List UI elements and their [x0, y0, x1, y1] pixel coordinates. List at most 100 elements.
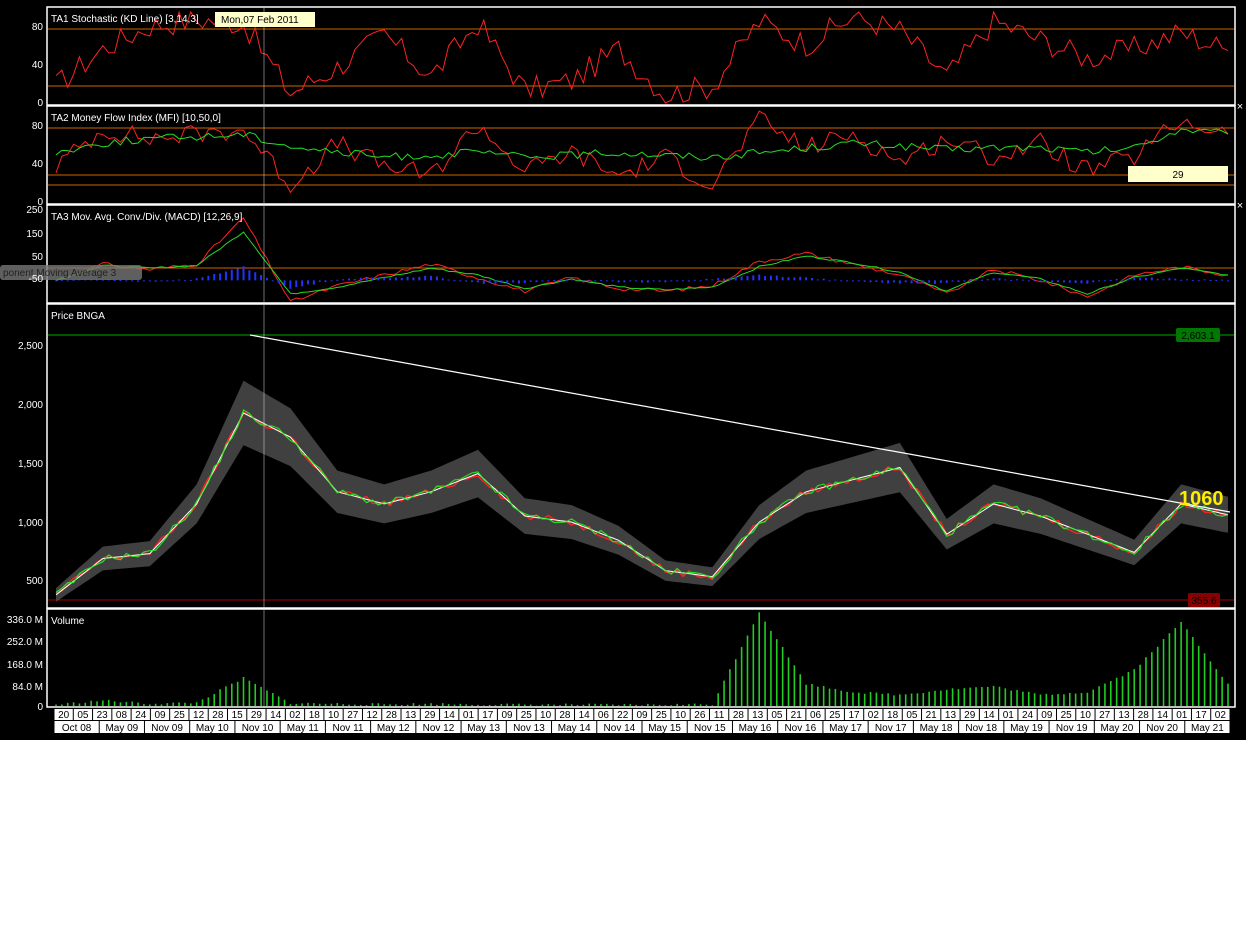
date-month-label: Nov 11 [333, 723, 364, 734]
date-month-label: Nov 12 [423, 723, 455, 734]
macd-histogram-bar [383, 277, 386, 281]
date-day-label: 14 [270, 710, 282, 721]
macd-histogram-bar [787, 277, 790, 281]
volume-bar [260, 686, 262, 706]
date-month-label: Nov 15 [694, 723, 726, 734]
volume-bar [459, 703, 462, 706]
macd-histogram-bar [453, 280, 456, 282]
volume-bar [887, 693, 889, 706]
macd-histogram-bar [1221, 279, 1224, 281]
volume-bar [863, 693, 866, 706]
volume-bar [875, 692, 878, 706]
volume-bar [447, 704, 450, 706]
macd-histogram-bar [1162, 279, 1165, 281]
macd-histogram-bar [342, 279, 345, 281]
close-mfi-icon[interactable]: × [1237, 101, 1243, 113]
macd-histogram-bar [359, 277, 362, 281]
macd-histogram-bar [125, 280, 128, 282]
volume-bar [981, 687, 983, 706]
date-day-label: 06 [810, 710, 822, 721]
macd-histogram-bar [1121, 279, 1124, 281]
date-day-label: 10 [328, 710, 340, 721]
volume-bar [910, 693, 913, 706]
date-day-label: 02 [1215, 710, 1227, 721]
macd-histogram-bar [758, 274, 761, 281]
y-tick-label: 1,000 [18, 518, 43, 529]
volume-bar [342, 704, 344, 706]
volume-bar [96, 701, 98, 706]
macd-histogram-bar [195, 278, 198, 281]
volume-bar [107, 699, 110, 706]
macd-histogram-bar [1086, 280, 1089, 284]
macd-histogram-bar [582, 280, 585, 282]
macd-histogram-bar [512, 280, 515, 283]
volume-bar [518, 703, 520, 706]
close-macd-icon[interactable]: × [1237, 200, 1243, 212]
volume-bar [178, 702, 180, 706]
macd-histogram-bar [142, 280, 145, 282]
volume-bar [746, 635, 749, 706]
date-day-label: 27 [347, 710, 359, 721]
date-month-label: May 12 [377, 723, 410, 734]
macd-histogram-bar [236, 268, 239, 281]
volume-bar [242, 676, 245, 706]
macd-histogram-bar [547, 280, 550, 282]
volume-bar [600, 704, 602, 706]
date-day-label: 28 [559, 710, 571, 721]
date-day-label: 05 [77, 710, 89, 721]
volume-bar [295, 703, 298, 706]
macd-histogram-bar [1227, 280, 1229, 282]
macd-histogram-bar [306, 280, 309, 285]
macd-histogram-bar [892, 280, 895, 283]
macd-histogram-bar [277, 280, 280, 283]
volume-bar [61, 704, 63, 706]
macd-title: TA3 Mov. Avg. Conv./Div. (MACD) [12,26,9… [51, 212, 243, 223]
volume-bar [424, 703, 426, 706]
date-day-label: 11 [714, 710, 725, 721]
date-day-label: 25 [174, 710, 186, 721]
date-day-label: 29 [964, 710, 976, 721]
macd-histogram-bar [840, 280, 843, 282]
volume-bar [688, 704, 690, 706]
macd-histogram-bar [980, 279, 983, 281]
macd-histogram-bar [1068, 280, 1071, 283]
volume-bar [102, 700, 104, 706]
date-day-label: 25 [1061, 710, 1073, 721]
y-tick-label: 84.0 M [12, 682, 43, 693]
macd-histogram-bar [629, 280, 632, 282]
macd-histogram-bar [406, 276, 409, 281]
volume-bar [916, 693, 919, 706]
volume-bar [482, 705, 485, 706]
macd-histogram-bar [166, 280, 169, 282]
volume-bar [348, 704, 350, 706]
macd-histogram-bar [523, 280, 526, 283]
macd-histogram-bar [986, 279, 989, 281]
macd-histogram-bar [178, 279, 181, 281]
volume-bar [436, 704, 438, 706]
macd-histogram-bar [939, 280, 942, 283]
date-day-label: 09 [501, 710, 513, 721]
date-day-label: 23 [97, 710, 109, 721]
y-tick-label: 250 [26, 205, 43, 216]
macd-histogram-bar [734, 276, 737, 281]
volume-bar [1139, 664, 1141, 706]
volume-bar [301, 703, 303, 706]
volume-bar [283, 699, 286, 706]
date-month-label: May 18 [920, 723, 953, 734]
volume-bar [266, 690, 268, 706]
date-day-label: 20 [58, 710, 70, 721]
macd-histogram-bar [424, 275, 427, 281]
stoch-title: TA1 Stochastic (KD Line) [3,14,3] [51, 14, 199, 25]
date-day-label: 14 [444, 710, 456, 721]
volume-bar [359, 704, 362, 706]
volume-bar [664, 705, 667, 706]
date-month-label: May 17 [829, 723, 862, 734]
macd-histogram-bar [312, 280, 315, 285]
macd-histogram-bar [916, 280, 919, 284]
macd-histogram-bar [131, 280, 134, 282]
volume-bar [951, 688, 954, 706]
volume-bar [641, 705, 643, 706]
macd-histogram-bar [875, 280, 878, 282]
macd-histogram-bar [260, 275, 263, 281]
volume-bar [570, 704, 573, 706]
